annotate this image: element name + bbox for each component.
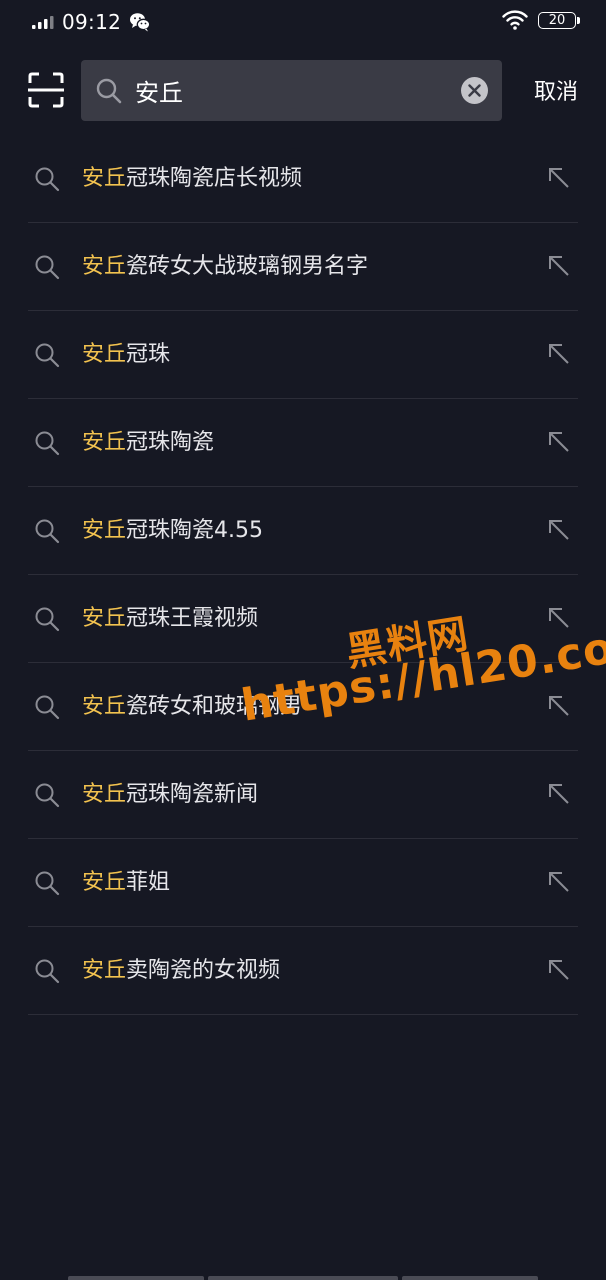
suggestion-text: 安丘冠珠陶瓷4.55	[82, 515, 263, 547]
fill-arrow-icon[interactable]	[546, 781, 572, 807]
wifi-icon	[502, 10, 528, 30]
bottom-bar-segment	[208, 1276, 398, 1280]
suggestion-rest: 瓷砖女大战玻璃钢男名字	[126, 254, 369, 279]
fill-arrow-icon[interactable]	[546, 341, 572, 367]
suggestion-item[interactable]: 安丘菲姐	[0, 839, 606, 927]
suggestion-highlight: 安丘	[82, 430, 127, 455]
suggestion-text: 安丘冠珠陶瓷店长视频	[82, 163, 302, 195]
suggestion-list: 安丘冠珠陶瓷店长视频 安丘瓷砖女大战玻璃钢男名字 安丘冠珠 安丘冠珠陶瓷 安丘冠…	[0, 135, 606, 1015]
suggestion-text: 安丘冠珠陶瓷新闻	[82, 779, 258, 811]
suggestion-highlight: 安丘	[82, 166, 127, 191]
bottom-bar-segment	[68, 1276, 204, 1280]
suggestion-rest: 冠珠陶瓷4.55	[126, 518, 264, 543]
suggestion-item[interactable]: 安丘冠珠陶瓷4.55	[0, 487, 606, 575]
suggestion-highlight: 安丘	[82, 870, 127, 895]
status-time: 09:12	[62, 10, 122, 34]
suggestion-item[interactable]: 安丘冠珠陶瓷店长视频	[0, 135, 606, 223]
battery-level: 20	[548, 12, 566, 28]
suggestion-rest: 冠珠陶瓷	[126, 430, 215, 455]
suggestion-item[interactable]: 安丘冠珠陶瓷新闻	[0, 751, 606, 839]
search-icon	[35, 519, 60, 544]
suggestion-rest: 菲姐	[126, 870, 171, 895]
suggestion-text: 安丘卖陶瓷的女视频	[82, 955, 280, 987]
wechat-icon	[130, 13, 151, 32]
fill-arrow-icon[interactable]	[546, 957, 572, 983]
suggestion-rest: 冠珠王霞视频	[126, 606, 259, 631]
bottom-bar-segment	[402, 1276, 538, 1280]
suggestion-rest: 冠珠	[126, 342, 171, 367]
search-icon	[35, 871, 60, 896]
suggestion-item[interactable]: 安丘瓷砖女和玻璃钢男	[0, 663, 606, 751]
clear-button[interactable]	[461, 77, 488, 104]
search-icon	[35, 343, 60, 368]
clear-icon	[468, 84, 481, 97]
fill-arrow-icon[interactable]	[546, 869, 572, 895]
suggestion-highlight: 安丘	[82, 958, 127, 983]
signal-icon	[32, 16, 54, 29]
suggestion-item[interactable]: 安丘冠珠王霞视频	[0, 575, 606, 663]
suggestion-item[interactable]: 安丘冠珠陶瓷	[0, 399, 606, 487]
status-left: 09:12	[32, 10, 151, 34]
fill-arrow-icon[interactable]	[546, 517, 572, 543]
battery-icon: 20	[538, 11, 580, 29]
suggestion-highlight: 安丘	[82, 254, 127, 279]
suggestion-highlight: 安丘	[82, 694, 127, 719]
search-icon	[35, 959, 60, 984]
fill-arrow-icon[interactable]	[546, 165, 572, 191]
bottom-handle	[68, 1276, 538, 1280]
cancel-button[interactable]: 取消	[534, 74, 578, 106]
suggestion-rest: 冠珠陶瓷店长视频	[126, 166, 303, 191]
search-input[interactable]	[135, 60, 445, 121]
search-box[interactable]	[81, 60, 502, 121]
suggestion-item[interactable]: 安丘卖陶瓷的女视频	[0, 927, 606, 1015]
suggestion-text: 安丘瓷砖女和玻璃钢男	[82, 691, 302, 723]
fill-arrow-icon[interactable]	[546, 253, 572, 279]
suggestion-rest: 卖陶瓷的女视频	[126, 958, 281, 983]
suggestion-rest: 瓷砖女和玻璃钢男	[126, 694, 303, 719]
search-icon	[35, 695, 60, 720]
suggestion-item[interactable]: 安丘瓷砖女大战玻璃钢男名字	[0, 223, 606, 311]
suggestion-item[interactable]: 安丘冠珠	[0, 311, 606, 399]
search-icon	[35, 255, 60, 280]
suggestion-rest: 冠珠陶瓷新闻	[126, 782, 259, 807]
status-right: 20	[502, 10, 580, 30]
suggestion-highlight: 安丘	[82, 518, 127, 543]
search-header: 取消	[0, 60, 606, 122]
fill-arrow-icon[interactable]	[546, 429, 572, 455]
search-icon	[35, 783, 60, 808]
suggestion-highlight: 安丘	[82, 342, 127, 367]
scan-button[interactable]	[28, 72, 64, 108]
fill-arrow-icon[interactable]	[546, 605, 572, 631]
search-icon	[35, 167, 60, 192]
suggestion-text: 安丘菲姐	[82, 867, 170, 899]
suggestion-text: 安丘冠珠王霞视频	[82, 603, 258, 635]
suggestion-text: 安丘冠珠陶瓷	[82, 427, 214, 459]
suggestion-text: 安丘冠珠	[82, 339, 170, 371]
search-icon	[35, 431, 60, 456]
suggestion-text: 安丘瓷砖女大战玻璃钢男名字	[82, 251, 368, 283]
search-icon	[35, 607, 60, 632]
suggestion-highlight: 安丘	[82, 782, 127, 807]
scan-icon	[28, 72, 64, 108]
search-icon	[95, 77, 123, 105]
fill-arrow-icon[interactable]	[546, 693, 572, 719]
status-bar: 09:12 20	[0, 0, 606, 48]
search-page: 09:12 20 安丘 取消 安丘冠珠陶瓷店长视频 安丘瓷砖女大战玻璃钢男名字 …	[0, 0, 606, 1280]
suggestion-highlight: 安丘	[82, 606, 127, 631]
